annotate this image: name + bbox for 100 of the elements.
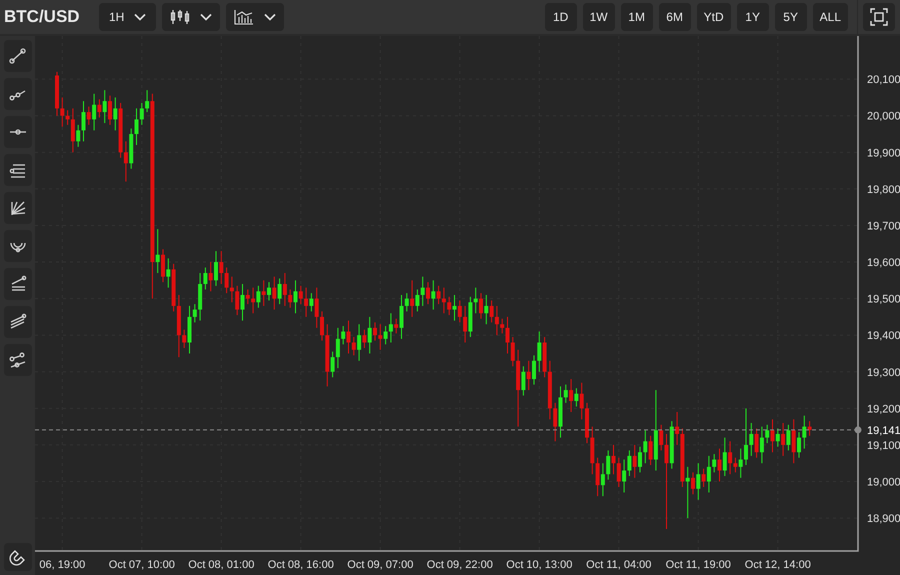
candlestick xyxy=(304,287,308,318)
candlestick xyxy=(124,140,128,182)
range-button[interactable]: 6M xyxy=(658,3,691,31)
candlestick xyxy=(447,296,452,316)
candlestick xyxy=(400,294,404,340)
candlestick xyxy=(294,280,298,314)
candlestick xyxy=(102,90,107,124)
range-button[interactable]: 1D xyxy=(544,3,577,31)
candlestick xyxy=(384,326,388,345)
range-button[interactable]: 1M xyxy=(620,3,653,31)
candlestick xyxy=(388,312,393,344)
candlestick xyxy=(616,457,621,488)
drawing-tool-button[interactable] xyxy=(4,116,32,148)
candlestick xyxy=(596,457,600,497)
candlestick xyxy=(612,444,616,475)
candlestick xyxy=(145,90,150,113)
x-axis-label: Oct 11, 19:00 xyxy=(666,559,731,571)
indicators-dropdown[interactable] xyxy=(226,3,284,31)
candlestick xyxy=(442,287,446,314)
x-axis-label: Oct 10, 13:00 xyxy=(506,559,572,571)
current-price-dot xyxy=(854,426,862,434)
candlestick xyxy=(224,267,229,294)
candlestick xyxy=(192,304,197,323)
x-axis-label: Oct 08, 16:00 xyxy=(268,559,334,571)
candlestick xyxy=(256,285,260,308)
drawing-tool-button[interactable] xyxy=(4,306,32,338)
candlestick xyxy=(490,300,494,323)
candlestick xyxy=(230,276,234,303)
candlestick xyxy=(638,446,642,473)
candlestick xyxy=(182,329,186,348)
candlestick xyxy=(82,100,86,142)
candlestick xyxy=(532,354,536,386)
magnet-button[interactable] xyxy=(4,543,32,571)
candlestick xyxy=(781,422,786,456)
candlestick xyxy=(792,418,796,464)
drawing-tool-button[interactable] xyxy=(4,154,32,186)
candlestick xyxy=(479,292,483,320)
chart-type-dropdown[interactable] xyxy=(162,3,220,31)
range-button[interactable]: 1Y xyxy=(736,3,769,31)
interval-dropdown[interactable]: 1H xyxy=(99,3,156,31)
candlestick xyxy=(802,415,806,450)
candlestick xyxy=(808,420,812,436)
candlestick xyxy=(352,336,356,356)
x-axis-label: Oct 12, 14:00 xyxy=(744,559,811,571)
candlestick xyxy=(744,408,748,466)
drawing-tool-button[interactable] xyxy=(4,268,32,300)
range-button[interactable]: 1W xyxy=(582,3,615,31)
candlestick xyxy=(648,435,653,466)
candlestick xyxy=(156,228,160,274)
y-axis-label: 19,600 xyxy=(867,257,900,270)
candlestick xyxy=(288,288,292,308)
candlestick xyxy=(309,292,314,312)
candlestick xyxy=(272,276,276,310)
candlestick xyxy=(706,455,711,493)
range-button[interactable]: ALL xyxy=(812,3,848,31)
candlestick xyxy=(267,282,271,301)
x-axis-label: 06, 19:00 xyxy=(39,559,86,571)
candlestick xyxy=(282,272,287,306)
drawing-tool-button[interactable] xyxy=(4,78,32,110)
candlestick xyxy=(797,432,801,458)
drawing-tool-button[interactable] xyxy=(4,40,32,72)
drawing-tool-button[interactable] xyxy=(4,192,32,224)
drawing-tool-button[interactable] xyxy=(4,344,32,376)
candlestick xyxy=(346,320,350,354)
candlestick xyxy=(378,324,382,350)
candlestick xyxy=(166,258,170,288)
candlestick xyxy=(436,285,441,305)
candlestick xyxy=(314,287,319,328)
drawing-tool-button[interactable] xyxy=(4,230,32,262)
candlestick xyxy=(368,316,372,354)
chevron-down-icon xyxy=(264,13,276,21)
chevron-down-icon xyxy=(134,13,146,21)
candlestick xyxy=(394,318,398,334)
fullscreen-button[interactable] xyxy=(863,3,895,31)
candlestick xyxy=(298,285,303,305)
candlestick xyxy=(357,324,362,362)
candlestick xyxy=(718,448,722,482)
range-button[interactable]: YtD xyxy=(696,3,731,31)
candlestick xyxy=(92,93,96,131)
candlestick xyxy=(70,108,75,153)
candlestick xyxy=(140,102,144,126)
candlestick xyxy=(770,418,774,453)
candlestick xyxy=(574,388,578,408)
y-axis-label: 19,100 xyxy=(867,440,900,452)
candlestick-icon xyxy=(170,9,190,25)
candlestick xyxy=(134,108,138,146)
candlestick xyxy=(537,331,542,372)
y-axis-label: 19,500 xyxy=(867,294,900,306)
candlestick xyxy=(526,360,531,391)
range-button[interactable]: 5Y xyxy=(774,3,807,31)
candlestick xyxy=(219,250,224,284)
candlestick xyxy=(60,96,64,128)
candlestick xyxy=(521,366,526,396)
candlestick xyxy=(214,250,218,286)
candlestick xyxy=(113,96,118,131)
candlestick xyxy=(262,280,266,306)
fullscreen-icon xyxy=(870,8,888,26)
candlestick xyxy=(415,288,420,312)
candlestick xyxy=(749,422,754,456)
candlestick xyxy=(97,98,102,118)
